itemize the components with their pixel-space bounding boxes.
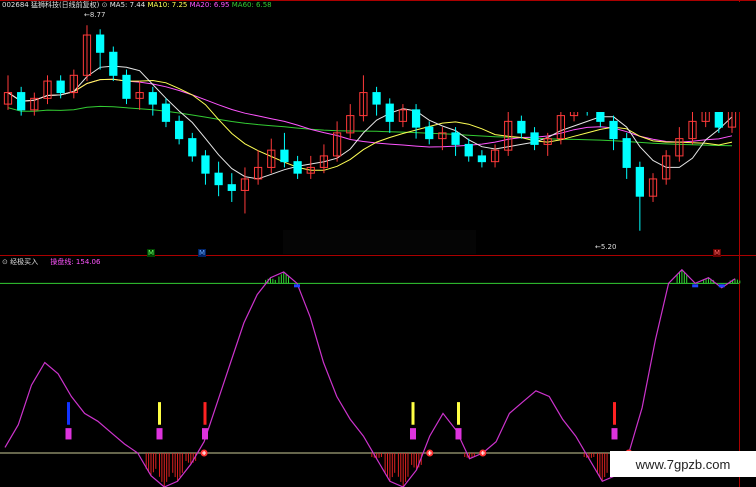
pre-signal-block bbox=[65, 428, 72, 440]
pre-signal-tick bbox=[158, 402, 161, 425]
candle-body bbox=[451, 132, 460, 145]
candle-body bbox=[411, 109, 421, 128]
watermark: www.7gpzb.com bbox=[610, 451, 756, 477]
low-price-label: ←5.20 bbox=[595, 243, 617, 251]
candle-body bbox=[148, 92, 157, 105]
candle-body bbox=[17, 92, 26, 111]
pre-signal-block bbox=[455, 428, 462, 440]
candle-body bbox=[385, 103, 394, 122]
occluding-box-top-right bbox=[428, 2, 756, 112]
pre-signal-tick bbox=[411, 402, 415, 425]
stock-name: 002684 猛狮科技(日线前复权) bbox=[2, 1, 100, 9]
sell-signal-icon bbox=[692, 284, 699, 288]
ma60-label: MA60: 6.58 bbox=[231, 1, 272, 9]
pre-signal-tick bbox=[203, 402, 207, 425]
candle-body bbox=[622, 138, 631, 168]
chart-header: 002684 猛狮科技(日线前复权) ⊙ MA5: 7.44 MA10: 7.2… bbox=[2, 1, 272, 10]
candle-body bbox=[122, 74, 131, 99]
candle-body bbox=[109, 51, 118, 76]
sell-signal-icon bbox=[718, 284, 725, 288]
candle-body bbox=[56, 80, 65, 94]
event-marker-1[interactable]: M bbox=[147, 249, 156, 257]
pre-signal-tick bbox=[457, 402, 460, 425]
candle-body bbox=[280, 149, 289, 163]
candle-body bbox=[201, 155, 210, 174]
candle-body bbox=[293, 161, 302, 174]
pre-signal-block bbox=[611, 428, 618, 440]
candle-body bbox=[530, 132, 539, 145]
pre-signal-tick bbox=[67, 402, 70, 425]
candle-body bbox=[188, 138, 197, 157]
candle-body bbox=[425, 126, 434, 140]
ma20-label: MA20: 6.95 bbox=[189, 1, 230, 9]
candle-body bbox=[227, 184, 236, 191]
candle-body bbox=[175, 120, 184, 140]
pre-signal-block bbox=[202, 428, 208, 440]
indicator-header: ⊙ 经极买入 操盘线: 154.06 bbox=[2, 258, 100, 267]
ma-settings-icon[interactable]: ⊙ bbox=[102, 1, 108, 9]
pre-signal-block bbox=[156, 428, 163, 440]
candle-body bbox=[609, 120, 618, 140]
event-marker-2[interactable]: M bbox=[198, 249, 207, 257]
event-marker-3[interactable]: M bbox=[713, 249, 722, 257]
occluding-box-center bbox=[283, 230, 476, 254]
indicator-name: 经极买入 bbox=[10, 258, 39, 266]
high-price-label: ←8.77 bbox=[84, 11, 106, 19]
candle-body bbox=[517, 120, 526, 134]
candle-body bbox=[464, 143, 473, 157]
candle-body bbox=[161, 103, 171, 122]
indicator-settings-icon[interactable]: ⊙ bbox=[2, 258, 8, 266]
candle-body bbox=[477, 155, 487, 163]
sell-signal-icon bbox=[294, 284, 300, 288]
indicator-line-label: 操盘线: 154.06 bbox=[50, 258, 101, 266]
candle-body bbox=[372, 92, 381, 105]
pre-signal-block bbox=[410, 428, 416, 440]
candle-body bbox=[214, 172, 223, 186]
pre-signal-tick bbox=[613, 402, 616, 425]
ma10-label: MA10: 7.25 bbox=[147, 1, 188, 9]
candle-body bbox=[96, 34, 105, 53]
ma5-label: MA5: 7.44 bbox=[109, 1, 146, 9]
candle-body bbox=[635, 166, 644, 197]
